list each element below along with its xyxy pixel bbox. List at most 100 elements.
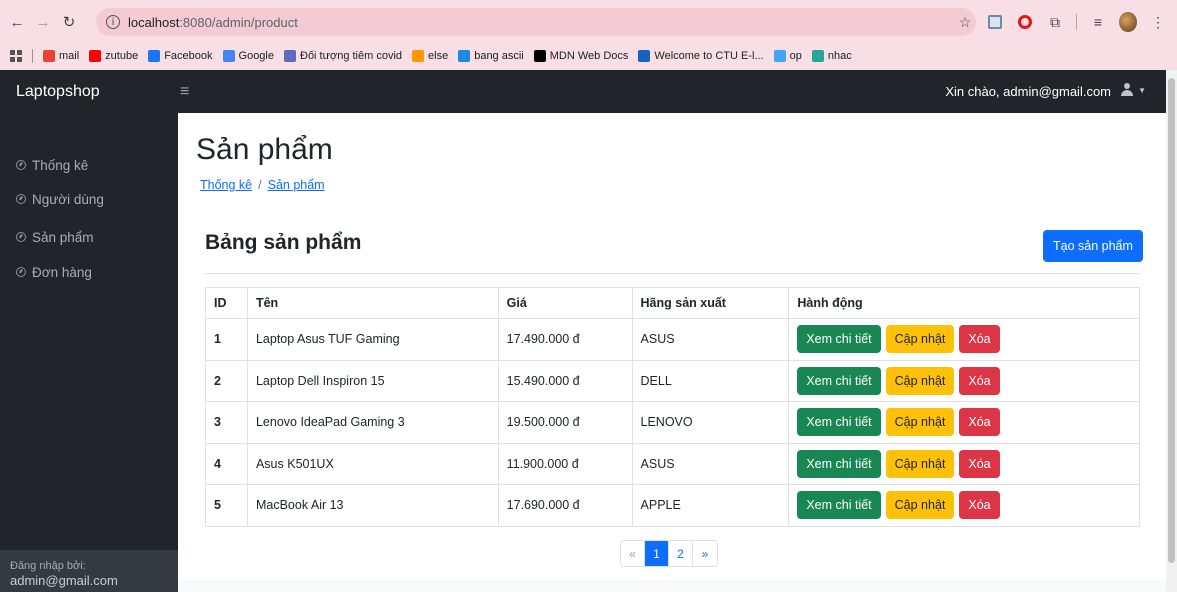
back-button[interactable]: ← [4,9,30,35]
sidebar-item-users[interactable]: Người dùng [16,189,104,209]
delete-button[interactable]: Xóa [959,449,1000,478]
column-header-actions: Hành động [788,287,1140,319]
bookmark-item[interactable]: bang ascii [458,50,524,62]
info-icon[interactable]: i [106,15,120,29]
bookmark-label: zutube [105,50,139,62]
pagination: « 1 2 » [620,540,718,567]
scrollbar-thumb[interactable] [1168,78,1175,563]
browser-chrome: ← → ↻ i localhost:8080/admin/product ☆ ⧉… [0,0,1177,70]
bookmark-favicon-icon [412,50,425,62]
cell-brand: ASUS [631,442,790,485]
caret-down-icon: ▼ [1138,85,1146,95]
sidebar-toggle-icon[interactable]: ≡ [180,70,189,113]
reload-icon: ↻ [62,14,76,31]
view-detail-button[interactable]: Xem chi tiết [797,366,881,395]
cell-brand: DELL [631,359,790,402]
bookmarks-divider [32,49,33,63]
sidebar-item-orders[interactable]: Đơn hàng [16,262,92,282]
cell-name: Asus K501UX [246,442,499,485]
bookmark-item[interactable]: MDN Web Docs [533,50,628,62]
address-bar[interactable]: i localhost:8080/admin/product [96,8,976,36]
bookmark-item[interactable]: op [773,50,802,62]
sidebar-item-label: Sản phẩm [32,229,94,245]
breadcrumb-products-link[interactable]: Sản phẩm [268,178,325,192]
delete-button[interactable]: Xóa [959,366,1000,395]
table-header-row: ID Tên Giá Hãng sản xuất Hành động [205,287,1140,319]
bookmark-item[interactable]: Đối tượng tiêm covid [284,50,402,62]
star-icon[interactable]: ☆ [956,13,974,31]
sidebar-item-label: Thống kê [32,157,89,173]
gauge-icon [16,160,26,170]
column-header-name: Tên [246,287,499,319]
cell-price: 17.690.000 đ [497,484,633,527]
sidebar-item-label: Đơn hàng [32,264,92,280]
pagination-page-2[interactable]: 2 [669,541,693,566]
edit-button[interactable]: Cập nhật [885,449,955,478]
forward-button[interactable]: → [30,9,56,35]
edit-button[interactable]: Cập nhật [885,491,955,520]
edit-button[interactable]: Cập nhật [885,325,955,354]
gauge-icon [16,267,26,277]
edit-button[interactable]: Cập nhật [885,366,955,395]
page-scrollbar[interactable] [1166,70,1177,592]
bookmark-label: mail [59,50,80,62]
view-detail-button[interactable]: Xem chi tiết [797,408,881,437]
reload-button[interactable]: ↻ [56,9,82,35]
cell-id: 2 [205,359,248,402]
sidebar-item-products[interactable]: Sản phẩm [16,227,94,247]
profile-avatar[interactable] [1119,12,1137,32]
bookmark-item[interactable]: Facebook [148,50,213,62]
sidebar-item-dashboard[interactable]: Thống kê [16,155,88,175]
kebab-menu-icon[interactable]: ⋮ [1149,13,1167,31]
cell-price: 19.500.000 đ [497,401,633,444]
extension-icon[interactable] [986,13,1004,31]
brand-logo[interactable]: Laptopshop [16,70,100,113]
bookmark-favicon-icon [533,50,546,62]
bookmark-favicon-icon [43,50,55,62]
view-detail-button[interactable]: Xem chi tiết [797,491,881,520]
opera-icon[interactable] [1016,13,1034,31]
bookmark-item[interactable]: nhac [811,50,852,62]
bookmark-label: bang ascii [474,50,524,62]
create-product-button[interactable]: Tạo sản phẩm [1043,230,1143,262]
sidebar-item-label: Người dùng [32,191,104,207]
breadcrumb-separator: / [258,178,262,192]
edit-button[interactable]: Cập nhật [885,408,955,437]
bookmark-label: nhac [827,50,852,62]
bookmark-item[interactable]: Google [222,50,274,62]
reading-list-icon[interactable]: ≡ [1089,13,1107,31]
column-header-price: Giá [497,287,633,319]
gauge-icon [16,194,26,204]
pagination-prev-button[interactable]: « [621,541,645,566]
view-detail-button[interactable]: Xem chi tiết [797,449,881,478]
cell-price: 11.900.000 đ [497,442,633,485]
pagination-page-1[interactable]: 1 [645,541,669,566]
delete-button[interactable]: Xóa [959,408,1000,437]
breadcrumb: Thống kê / Sản phẩm [200,178,325,192]
view-detail-button[interactable]: Xem chi tiết [797,325,881,354]
delete-button[interactable]: Xóa [959,491,1000,520]
bookmark-item[interactable]: Welcome to CTU E-l... [638,50,764,62]
url-text: localhost:8080/admin/product [128,14,298,30]
toolbar-icons: ☆ ⧉ ≡ ⋮ [956,8,1167,36]
apps-grid-icon[interactable] [10,50,22,62]
products-table: ID Tên Giá Hãng sản xuất Hành động 1 Lapt… [205,287,1140,527]
bookmark-item[interactable]: else [412,50,448,62]
column-header-brand: Hãng sản xuất [631,287,790,319]
sidebar-footer: Đăng nhập bởi: admin@gmail.com [0,550,178,592]
bookmark-label: else [428,50,449,62]
bookmark-item[interactable]: zutube [89,50,138,62]
delete-button[interactable]: Xóa [959,325,1000,354]
puzzle-icon[interactable]: ⧉ [1046,13,1064,31]
table-row: 1 Laptop Asus TUF Gaming 17.490.000 đ ASUS X… [205,318,1140,361]
user-menu-button[interactable]: ▼ [1120,83,1146,97]
breadcrumb-dashboard-link[interactable]: Thống kê [200,178,252,192]
row-actions: Xem chi tiết Cập nhật Xóa [797,408,1131,437]
main-content: Sản phẩm Thống kê / Sản phẩm Bảng sản ph… [178,113,1166,592]
cell-actions: Xem chi tiết Cập nhật Xóa [788,484,1140,527]
bookmark-favicon-icon [638,50,651,62]
pagination-next-button[interactable]: » [693,541,717,566]
bookmark-favicon-icon [284,50,296,62]
bookmark-item[interactable]: mail [43,50,79,62]
bookmark-label: Google [238,50,274,62]
